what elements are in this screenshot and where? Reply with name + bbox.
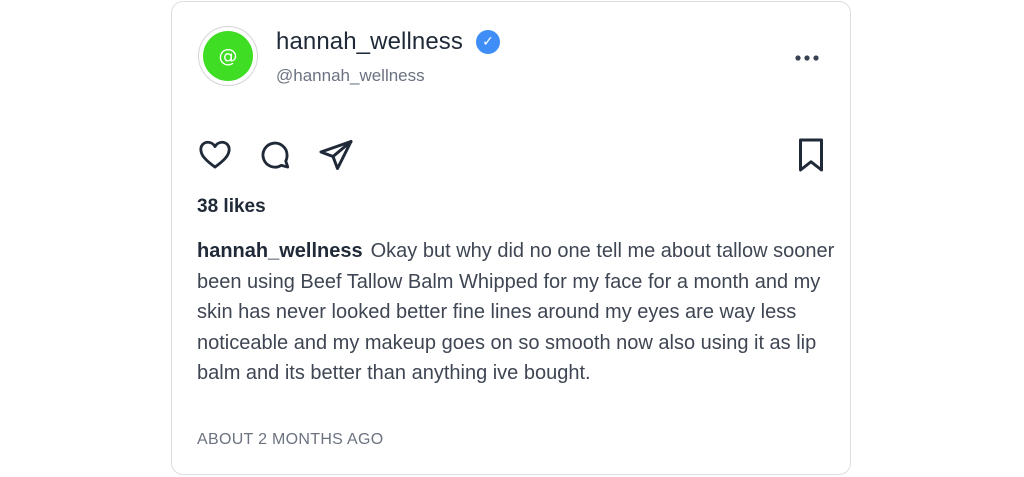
user-handle: @hannah_wellness [276, 66, 425, 85]
more-options-button[interactable] [794, 48, 820, 68]
caption-author-link[interactable]: hannah_wellness [197, 240, 363, 262]
post-header: hannah_wellness ✓ [276, 28, 500, 56]
post-timestamp: ABOUT 2 MONTHS AGO [197, 431, 384, 448]
save-button[interactable] [792, 136, 830, 174]
share-button[interactable] [317, 136, 355, 174]
like-button[interactable] [196, 136, 234, 174]
paper-plane-icon [319, 140, 353, 170]
ellipsis-horizontal-icon [795, 55, 819, 61]
avatar-glyph: @ [203, 31, 253, 81]
verified-badge-icon: ✓ [475, 30, 500, 54]
bookmark-icon [799, 138, 823, 172]
heart-icon [199, 140, 231, 169]
username-link[interactable]: hannah_wellness [276, 28, 463, 56]
comment-bubble-icon [261, 141, 290, 169]
likes-count[interactable]: 38 likes [197, 196, 266, 218]
avatar[interactable]: @ [198, 26, 258, 86]
post-card: @ hannah_wellness ✓ @hannah_wellness 38 … [171, 1, 851, 475]
comment-button[interactable] [256, 136, 294, 174]
post-caption: hannah_wellness Okay but why did no one t… [197, 236, 837, 389]
